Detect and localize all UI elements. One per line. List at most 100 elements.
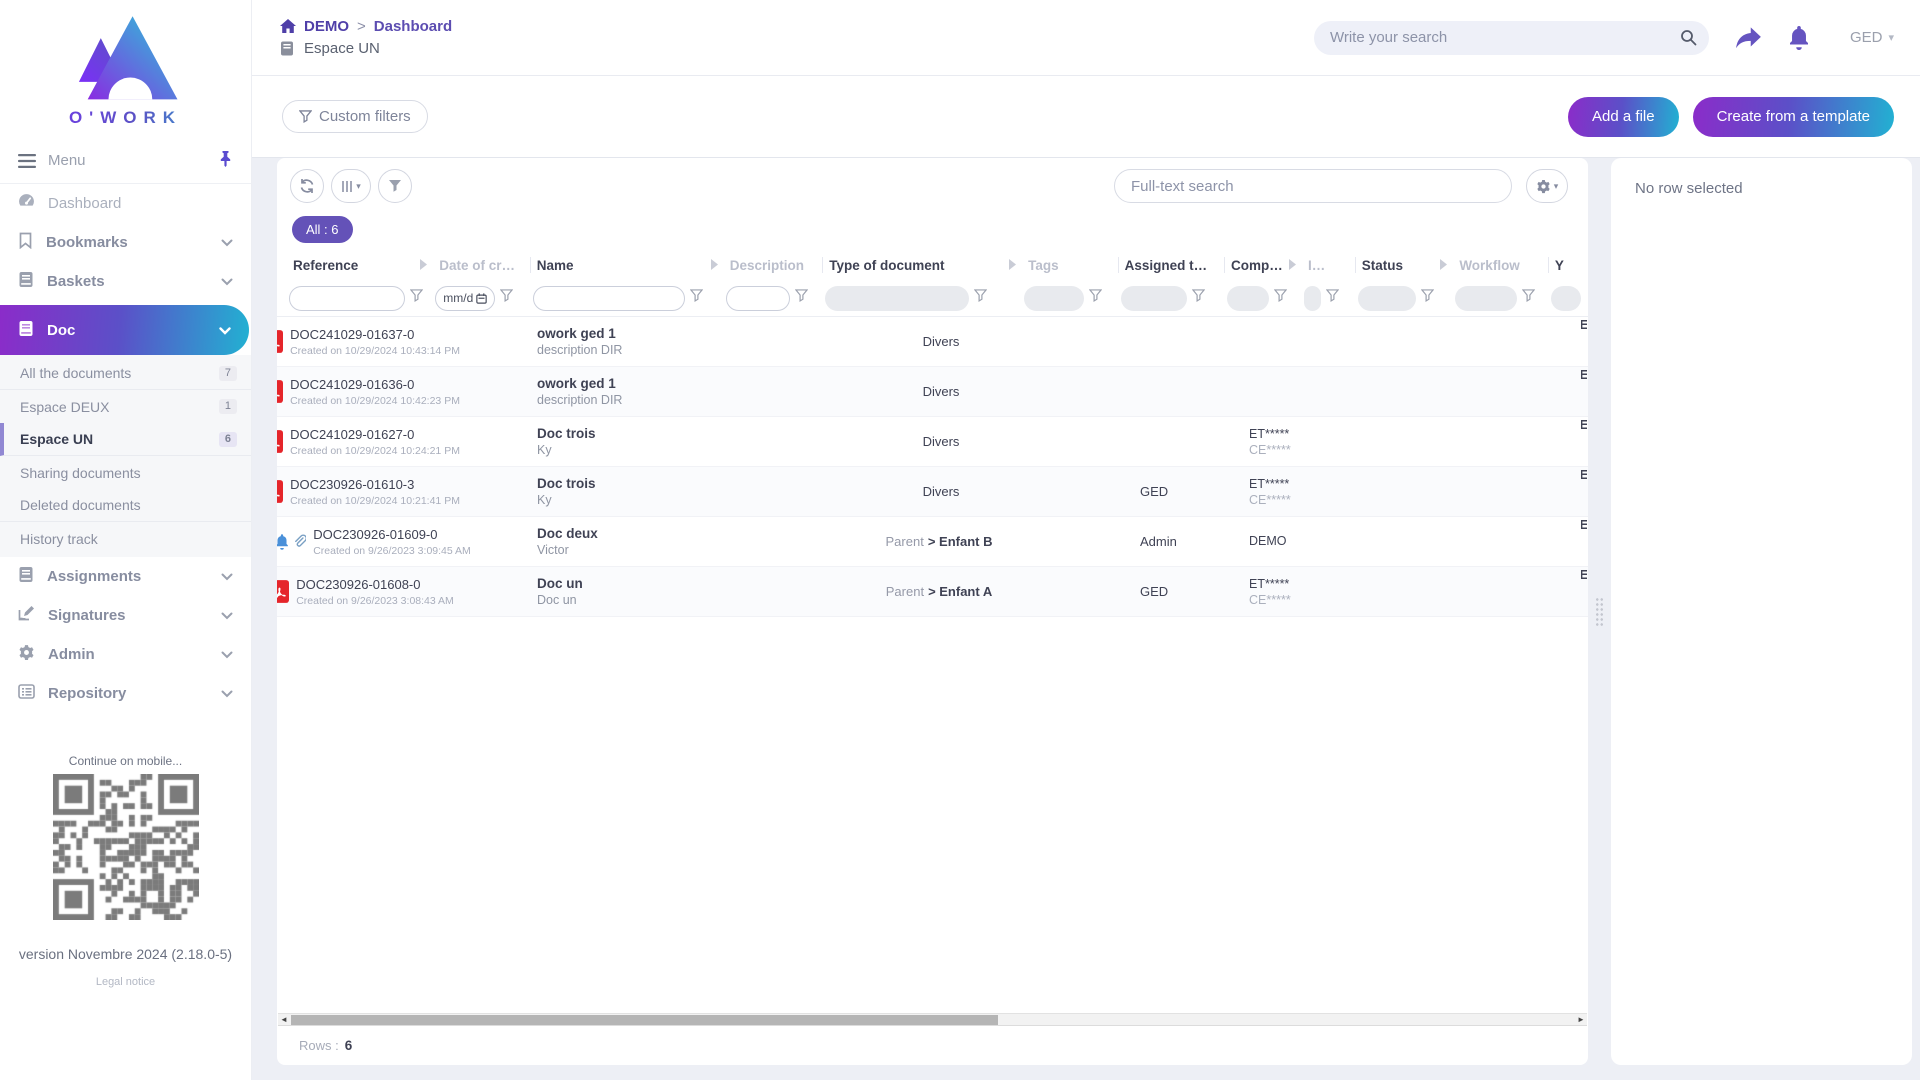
create-from-template-button[interactable]: Create from a template xyxy=(1693,97,1894,137)
custom-filters-button[interactable]: Custom filters xyxy=(282,100,428,133)
document-comp-line1: ET***** xyxy=(1249,427,1328,441)
horizontal-scrollbar[interactable]: ◄ ► xyxy=(278,1013,1587,1026)
filter-date-input[interactable]: mm/d xyxy=(435,286,495,311)
document-name: Doc trois xyxy=(537,476,735,491)
share-button[interactable] xyxy=(1735,26,1762,50)
scroll-right-arrow[interactable]: ► xyxy=(1575,1014,1587,1025)
global-search-input[interactable] xyxy=(1314,21,1709,55)
table-row[interactable]: DOC241029-01627-0 Created on 10/29/2024 … xyxy=(277,417,1588,467)
doc-submenu-item[interactable]: Deleted documents xyxy=(0,489,251,522)
sidebar-item-doc[interactable]: Doc xyxy=(0,305,249,355)
doc-submenu-item[interactable]: Espace DEUX 1 xyxy=(0,390,251,423)
column-header-name[interactable]: Name xyxy=(531,250,724,280)
grid-settings-button[interactable]: ▾ xyxy=(1526,169,1568,203)
columns-button[interactable]: ▾ xyxy=(331,169,371,203)
table-row[interactable]: DOC230926-01608-0 Created on 9/26/2023 3… xyxy=(277,567,1588,617)
filter-button[interactable] xyxy=(378,169,412,203)
document-type: > Enfant A xyxy=(928,584,992,599)
table-row[interactable]: DOC230926-01610-3 Created on 10/29/2024 … xyxy=(277,467,1588,517)
document-comp-line1: DEMO xyxy=(1249,534,1328,548)
filter-y-input[interactable] xyxy=(1551,286,1581,311)
legal-notice-link[interactable]: Legal notice xyxy=(0,976,251,988)
table-row[interactable]: DOC241029-01637-0 Created on 10/29/2024 … xyxy=(277,317,1588,367)
column-header-assigned[interactable]: Assigned t… xyxy=(1119,250,1225,280)
table-row[interactable]: DOC241029-01636-0 Created on 10/29/2024 … xyxy=(277,367,1588,417)
search-icon[interactable] xyxy=(1680,29,1697,51)
logo-text: O'WORK xyxy=(0,108,251,128)
column-header-tags[interactable]: Tags xyxy=(1022,250,1119,280)
funnel-icon[interactable] xyxy=(795,289,808,307)
sidebar-item[interactable]: Repository xyxy=(0,674,251,713)
sort-icon[interactable] xyxy=(1008,258,1017,273)
sort-icon[interactable] xyxy=(1288,258,1297,273)
column-header-reference[interactable]: Reference xyxy=(287,250,433,280)
funnel-icon[interactable] xyxy=(1089,289,1102,307)
breadcrumb-current[interactable]: Dashboard xyxy=(374,18,452,35)
funnel-icon[interactable] xyxy=(1421,289,1434,307)
document-name: Doc trois xyxy=(537,426,735,441)
funnel-icon[interactable] xyxy=(1522,289,1535,307)
sidebar-item[interactable]: Signatures xyxy=(0,596,251,635)
submenu-item-label: Sharing documents xyxy=(20,465,141,481)
document-reference: DOC230926-01608-0 xyxy=(296,577,454,592)
refresh-button[interactable] xyxy=(290,169,324,203)
fulltext-search-input[interactable] xyxy=(1114,169,1512,203)
column-header-status[interactable]: Status xyxy=(1356,250,1454,280)
book-icon xyxy=(18,566,34,587)
sort-icon[interactable] xyxy=(710,258,719,273)
filter-tags-input[interactable] xyxy=(1024,286,1084,311)
column-header-workflow[interactable]: Workflow xyxy=(1453,250,1549,280)
sort-icon[interactable] xyxy=(419,258,428,273)
cell-workflow xyxy=(1483,567,1581,616)
funnel-icon[interactable] xyxy=(500,289,513,307)
funnel-icon[interactable] xyxy=(690,289,703,307)
funnel-icon[interactable] xyxy=(1274,289,1287,307)
funnel-icon[interactable] xyxy=(1326,289,1339,307)
table-header-row: Reference Date of cr… Name Description T… xyxy=(277,250,1588,280)
doc-submenu-item[interactable]: All the documents 7 xyxy=(0,357,251,390)
sidebar-item[interactable]: Dashboard xyxy=(0,184,251,223)
filter-comp-input[interactable] xyxy=(1227,286,1269,311)
filter-reference-input[interactable] xyxy=(289,286,405,311)
column-header-description[interactable]: Description xyxy=(724,250,823,280)
funnel-icon[interactable] xyxy=(974,289,987,307)
sidebar-item[interactable]: Admin xyxy=(0,635,251,674)
filter-description-input[interactable] xyxy=(726,286,790,311)
scrollbar-thumb[interactable] xyxy=(291,1015,998,1025)
funnel-icon[interactable] xyxy=(1192,289,1205,307)
sidebar-item[interactable]: Assignments xyxy=(0,557,251,596)
column-header-comp[interactable]: Comp… xyxy=(1225,250,1302,280)
doc-submenu-item[interactable]: Sharing documents xyxy=(0,456,251,489)
filter-name-input[interactable] xyxy=(533,286,685,311)
sidebar-item[interactable]: Bookmarks xyxy=(0,223,251,262)
add-file-button[interactable]: Add a file xyxy=(1568,97,1679,137)
funnel-icon[interactable] xyxy=(410,289,423,307)
table-row[interactable]: DOC230926-01609-0 Created on 9/26/2023 3… xyxy=(277,517,1588,567)
filter-i-input[interactable] xyxy=(1304,286,1321,311)
breadcrumb-root[interactable]: DEMO xyxy=(304,18,349,35)
user-menu-label: GED xyxy=(1850,29,1883,46)
pin-sidebar-icon[interactable] xyxy=(218,150,233,171)
scroll-left-arrow[interactable]: ◄ xyxy=(278,1014,290,1025)
doc-submenu-item[interactable]: Espace UN 6 xyxy=(0,423,251,456)
filter-assigned-input[interactable] xyxy=(1121,286,1187,311)
sort-icon[interactable] xyxy=(1439,258,1448,273)
panel-resize-handle[interactable] xyxy=(1595,597,1604,627)
column-header-date[interactable]: Date of cr… xyxy=(433,250,531,280)
home-icon[interactable] xyxy=(280,19,296,34)
column-header-y[interactable]: Y xyxy=(1549,250,1588,280)
chevron-down-icon xyxy=(221,646,233,663)
column-header-type[interactable]: Type of document xyxy=(823,250,1022,280)
submenu-item-label: History track xyxy=(20,531,98,547)
sidebar-item[interactable]: Baskets xyxy=(0,262,251,301)
menu-toggle[interactable]: Menu xyxy=(0,138,251,184)
filter-status-input[interactable] xyxy=(1358,286,1416,311)
user-menu[interactable]: GED ▾ xyxy=(1850,29,1894,46)
sidebar: O'WORK Menu Dashboard xyxy=(0,0,252,1080)
doc-submenu-item[interactable]: History track xyxy=(0,522,251,555)
notifications-bell-icon[interactable] xyxy=(1788,26,1810,50)
filter-type-input[interactable] xyxy=(825,286,969,311)
filter-workflow-input[interactable] xyxy=(1455,286,1517,311)
tab-all-count[interactable]: All : 6 xyxy=(292,216,353,243)
column-header-i[interactable]: I… xyxy=(1302,250,1356,280)
